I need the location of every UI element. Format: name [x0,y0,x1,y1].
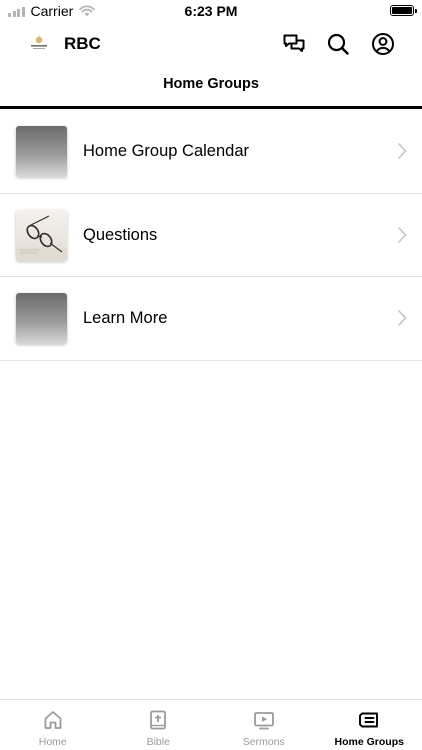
app-header: RBC [0,22,422,66]
tab-sermons[interactable]: Sermons [211,700,317,750]
list-item-thumbnail [16,126,67,177]
list-item-label: Learn More [83,309,168,327]
profile-icon[interactable] [370,31,396,57]
glasses-photo-icon [16,214,67,261]
list-item-label: Home Group Calendar [83,142,249,160]
tab-home-groups[interactable]: Home Groups [317,700,422,750]
list-item-label: Questions [83,225,158,244]
chat-icon[interactable] [281,31,307,57]
status-bar: Carrier 6:23 PM [0,0,422,22]
chevron-right-icon [397,142,407,160]
title-divider [0,106,422,109]
tab-bar: Home Bible Sermons Home Groups [0,699,422,750]
page-title: Home Groups [163,76,259,92]
home-icon [44,711,62,729]
groups-icon [359,712,379,728]
app-title: RBC [64,34,101,53]
chevron-right-icon [397,309,407,327]
bible-icon [150,710,167,730]
list-item-learn-more[interactable]: Learn More [0,277,422,361]
list-item-thumbnail [16,293,67,344]
tab-label: Home Groups [334,736,404,748]
tab-home[interactable]: Home [0,700,106,750]
status-time: 6:23 PM [184,3,238,19]
video-icon [253,712,274,730]
search-icon[interactable] [325,31,351,57]
chevron-right-icon [397,226,407,243]
home-groups-list: Home Group Calendar Questions Learn More [0,110,422,361]
list-item-home-group-calendar[interactable]: Home Group Calendar [0,110,422,194]
tab-label: Bible [146,736,170,748]
tab-label: Home [38,736,67,748]
battery-icon [390,5,417,16]
tab-label: Sermons [242,736,285,748]
list-item-thumbnail [16,209,67,261]
church-logo-icon[interactable] [28,32,50,54]
tab-bible[interactable]: Bible [106,700,212,750]
list-item-questions[interactable]: Questions [0,194,422,277]
